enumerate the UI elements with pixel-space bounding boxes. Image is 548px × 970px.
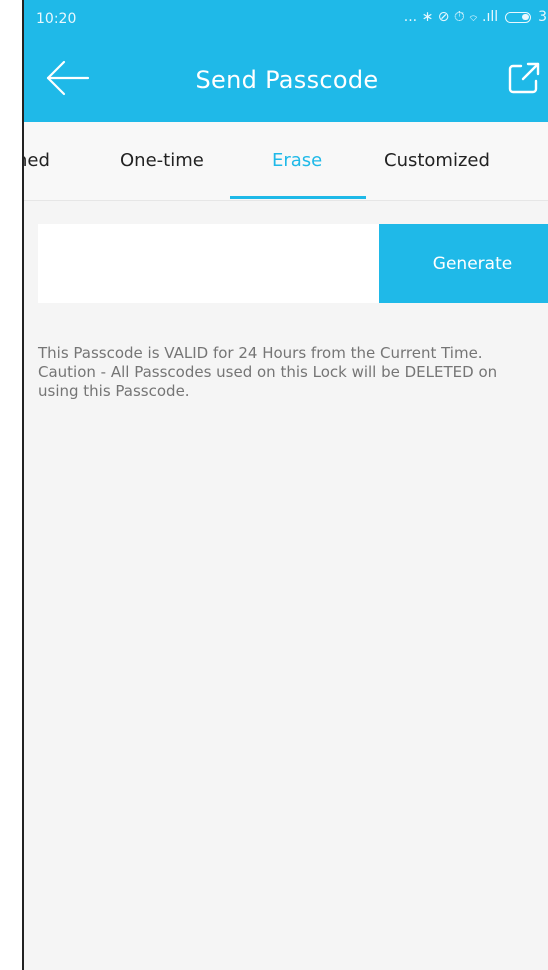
generate-row: Generate [38, 224, 548, 303]
generate-button[interactable]: Generate [379, 224, 548, 303]
battery-icon [505, 11, 532, 23]
info-line: using this Passcode. [38, 382, 190, 400]
tab-timed[interactable]: ned [24, 150, 50, 171]
active-tab-indicator [230, 196, 366, 199]
tab-one-time[interactable]: One-time [120, 150, 204, 171]
app-screen: 10:20 ... ∗ ⊘ ⏱ ⌔ .ıll 30 Send Passcode [22, 0, 548, 970]
tab-erase[interactable]: Erase [272, 150, 322, 171]
status-bar: 10:20 ... ∗ ⊘ ⏱ ⌔ .ıll 30 [24, 0, 548, 38]
page-title: Send Passcode [195, 66, 379, 94]
passcode-info-text: This Passcode is VALID for 24 Hours from… [38, 344, 543, 401]
status-indicator-icons: ... ∗ ⊘ ⏱ ⌔ .ıll [403, 9, 499, 25]
share-icon [508, 62, 540, 94]
status-icons: ... ∗ ⊘ ⏱ ⌔ .ıll 30 [404, 9, 548, 25]
info-line: This Passcode is VALID for 24 Hours from… [38, 344, 483, 362]
tab-customized[interactable]: Customized [384, 150, 490, 171]
erase-passcode-panel: Generate This Passcode is VALID for 24 H… [24, 201, 548, 970]
battery-level: 30 [538, 9, 548, 25]
app-bar: Send Passcode [24, 38, 548, 122]
status-time: 10:20 [36, 11, 77, 27]
passcode-field[interactable] [38, 224, 379, 303]
screenshot-frame: 10:20 ... ∗ ⊘ ⏱ ⌔ .ıll 30 Send Passcode [0, 0, 548, 970]
share-button[interactable] [506, 60, 542, 96]
info-line: Caution - All Passcodes used on this Loc… [38, 363, 498, 381]
passcode-type-tabs: ned One-time Erase Customized [24, 122, 548, 201]
